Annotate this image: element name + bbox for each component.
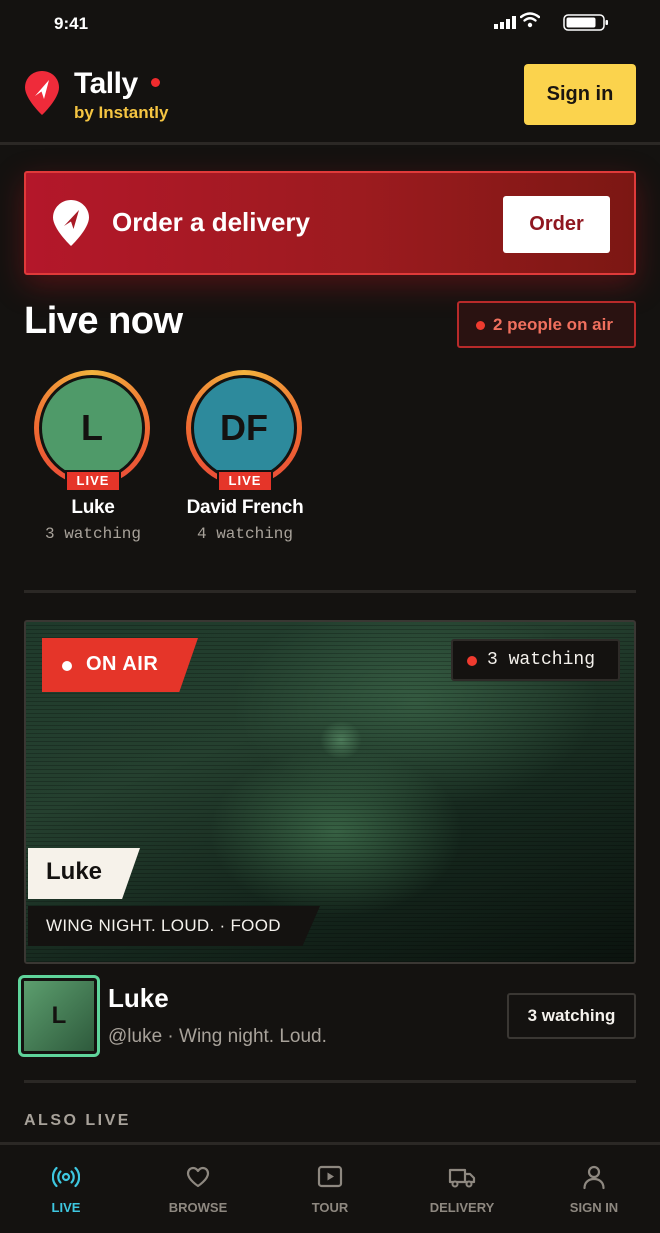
video-watching-count: 3 watching: [487, 650, 596, 670]
streamer-name: Luke: [71, 497, 115, 518]
people-on-air-count: 2 people on air: [493, 315, 613, 334]
nav-label: DELIVERY: [429, 1200, 495, 1215]
live-now-heading: Live now: [24, 300, 183, 342]
live-dot-icon: [467, 656, 477, 666]
location-pin-logo-icon: [25, 71, 59, 115]
host-watching-button[interactable]: 3 watching: [507, 993, 636, 1039]
sign-in-button[interactable]: Sign in: [524, 64, 636, 125]
nav-label: SIGN IN: [569, 1200, 619, 1215]
on-air-dot-icon: [62, 661, 72, 671]
section-divider: [24, 590, 636, 593]
status-time: 9:41: [54, 14, 89, 33]
heart-icon: [186, 1166, 210, 1188]
nav-label: LIVE: [51, 1200, 81, 1215]
also-live-heading: ALSO LIVE: [24, 1112, 131, 1129]
streamer-name-plate: Luke: [28, 848, 140, 899]
user-icon: [583, 1165, 605, 1190]
nav-item-browse[interactable]: BROWSE: [132, 1145, 264, 1233]
live-badge: LIVE: [217, 470, 273, 492]
host-handle-description: @luke · Wing night. Loud.: [108, 1026, 327, 1047]
avatar: DF: [191, 375, 297, 481]
section-divider: [24, 1080, 636, 1083]
brand-live-dot: [151, 78, 160, 87]
streamer-name: David French: [186, 497, 304, 518]
status-bar: 9:41: [0, 0, 660, 50]
live-dot-icon: [476, 321, 485, 330]
brand-subtitle: by Instantly: [74, 103, 169, 122]
host-avatar[interactable]: L: [18, 975, 100, 1057]
video-streamer-name: Luke: [46, 858, 103, 885]
on-air-label: ON AIR: [86, 653, 159, 675]
order-button[interactable]: Order: [503, 196, 610, 253]
nav-label: TOUR: [311, 1200, 349, 1215]
app-header: Tally by Instantly Sign in: [0, 50, 660, 145]
order-banner-title: Order a delivery: [112, 207, 310, 237]
watching-count: 3 watching: [44, 525, 141, 543]
nav-item-sign-in[interactable]: SIGN IN: [528, 1145, 660, 1233]
delivery-pin-icon: [53, 200, 89, 246]
avatar: L: [39, 375, 145, 481]
truck-icon: [448, 1168, 476, 1188]
live-badge: LIVE: [65, 470, 121, 492]
streamer-david-french[interactable]: DF LIVE David French 4 watching: [180, 370, 310, 550]
play-icon: [317, 1165, 343, 1188]
stream-caption-plate: WING NIGHT. LOUD. · FOOD: [28, 906, 320, 946]
nav-item-delivery[interactable]: DELIVERY: [396, 1145, 528, 1233]
battery-icon: [563, 14, 608, 31]
stream-caption: WING NIGHT. LOUD. · FOOD: [46, 916, 281, 935]
people-on-air-badge: 2 people on air: [457, 301, 636, 348]
order-delivery-banner[interactable]: Order a delivery Order: [24, 171, 636, 275]
brand-name: Tally: [74, 67, 138, 100]
nav-label: BROWSE: [168, 1200, 228, 1215]
featured-stream-video[interactable]: ON AIR 3 watching Luke WING NIGHT. LOUD.…: [24, 620, 636, 964]
bottom-nav: LIVE BROWSE TOUR DELIVERY SIGN IN: [0, 1142, 660, 1233]
host-name[interactable]: Luke: [108, 983, 169, 1014]
avatar-initials: DF: [220, 407, 268, 448]
watching-count: 4 watching: [196, 525, 293, 543]
streamer-luke[interactable]: L LIVE Luke 3 watching: [28, 370, 158, 550]
on-air-badge: ON AIR: [42, 638, 198, 692]
broadcast-icon: [52, 1166, 80, 1188]
nav-item-tour[interactable]: TOUR: [264, 1145, 396, 1233]
live-ring: DF: [186, 370, 302, 486]
wifi-icon: [520, 12, 540, 28]
host-avatar-image: L: [24, 981, 94, 1051]
cellular-signal-icon: [494, 16, 516, 29]
nav-item-live[interactable]: LIVE: [0, 1145, 132, 1233]
live-ring: L: [34, 370, 150, 486]
host-initial: L: [51, 1002, 67, 1029]
video-watching-chip: 3 watching: [451, 639, 620, 681]
avatar-initials: L: [81, 407, 103, 448]
